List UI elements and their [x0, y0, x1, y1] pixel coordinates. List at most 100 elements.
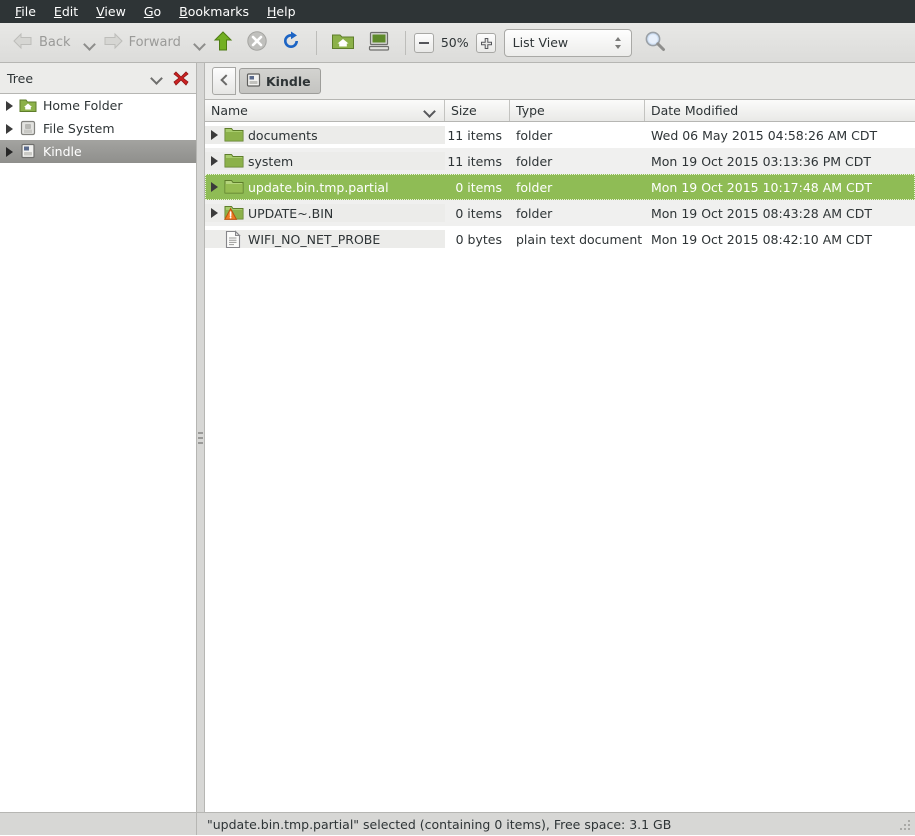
path-back-button[interactable]: [212, 67, 236, 95]
column-header-label: Name: [211, 103, 248, 118]
stop-icon: [246, 30, 268, 55]
home-folder-icon: [331, 31, 355, 54]
menu-bar: File Edit View Go Bookmarks Help: [0, 0, 915, 23]
toolbar-separator-2: [404, 30, 406, 55]
pane-splitter[interactable]: [197, 63, 205, 812]
column-header-name[interactable]: Name: [205, 100, 445, 121]
expander-triangle-icon[interactable]: [211, 182, 218, 192]
file-pane: Kindle Name Size Type Date Modified docu…: [205, 63, 915, 812]
file-name: UPDATE~.BIN: [248, 205, 334, 221]
expander-triangle-icon[interactable]: [211, 208, 218, 218]
search-icon: [644, 30, 666, 55]
column-header-label: Type: [516, 103, 545, 118]
resize-grip-icon[interactable]: [895, 815, 913, 833]
menu-file[interactable]: File: [6, 2, 45, 21]
column-header-type[interactable]: Type: [510, 100, 645, 121]
sidebar-item-file-system[interactable]: File System: [0, 117, 196, 140]
zoom-out-button[interactable]: [413, 32, 434, 53]
cell-date-modified: Mon 19 Oct 2015 03:13:36 PM CDT: [651, 153, 871, 169]
close-icon[interactable]: [173, 70, 189, 86]
breadcrumb-item-kindle[interactable]: Kindle: [239, 68, 321, 94]
cell-name[interactable]: UPDATE~.BIN: [205, 204, 445, 222]
sidebar: Tree Home Folder File System Kindle: [0, 63, 197, 812]
sidebar-header: Tree: [0, 63, 196, 93]
stop-button[interactable]: [240, 27, 274, 59]
folder-icon: [224, 126, 244, 144]
forward-label: Forward: [128, 35, 181, 50]
status-text: "update.bin.tmp.partial" selected (conta…: [207, 816, 672, 832]
table-row[interactable]: UPDATE~.BIN 0 items folder Mon 19 Oct 20…: [205, 200, 915, 226]
sidebar-title: Tree: [7, 70, 34, 86]
expander-triangle-icon[interactable]: [211, 130, 218, 140]
file-name: system: [248, 153, 294, 169]
text-file-icon: [224, 230, 242, 249]
back-label: Back: [39, 35, 71, 50]
zoom-in-icon: [480, 37, 492, 49]
forward-history-dropdown[interactable]: [194, 37, 206, 49]
column-header-label: Date Modified: [651, 103, 739, 118]
device-icon: [19, 143, 37, 161]
folder-icon: [224, 178, 244, 196]
reload-button[interactable]: [274, 27, 308, 59]
table-row[interactable]: WIFI_NO_NET_PROBE 0 bytes plain text doc…: [205, 226, 915, 252]
cell-type: folder: [516, 153, 553, 169]
cell-date-modified: Mon 19 Oct 2015 10:17:48 AM CDT: [651, 179, 872, 195]
zoom-in-button[interactable]: [475, 32, 496, 53]
file-list: documents 11 items folder Wed 06 May 201…: [205, 122, 915, 812]
sidebar-item-kindle[interactable]: Kindle: [0, 140, 196, 163]
splitter-grip-icon: [198, 431, 203, 444]
cell-size: 11 items: [447, 127, 502, 143]
cell-date-modified: Mon 19 Oct 2015 08:42:10 AM CDT: [651, 231, 872, 247]
cell-date-modified: Mon 19 Oct 2015 08:43:28 AM CDT: [651, 205, 872, 221]
sidebar-item-label: Home Folder: [43, 98, 123, 113]
expander-triangle-icon[interactable]: [6, 146, 13, 157]
column-header-date-modified[interactable]: Date Modified: [645, 100, 915, 121]
folder-warning-icon: [223, 204, 244, 222]
chevron-down-icon[interactable]: [150, 71, 164, 85]
column-headers: Name Size Type Date Modified: [205, 99, 915, 122]
up-button[interactable]: [206, 27, 240, 59]
folder-icon: [224, 152, 244, 170]
back-button[interactable]: Back: [6, 27, 80, 59]
status-bar: "update.bin.tmp.partial" selected (conta…: [0, 812, 915, 835]
menu-bookmarks[interactable]: Bookmarks: [170, 2, 258, 21]
expander-triangle-icon[interactable]: [6, 123, 13, 134]
column-header-label: Size: [451, 103, 477, 118]
cell-type: folder: [516, 205, 553, 221]
chevron-down-icon: [424, 105, 436, 117]
back-history-dropdown[interactable]: [84, 37, 96, 49]
menu-view[interactable]: View: [87, 2, 135, 21]
cell-name[interactable]: update.bin.tmp.partial: [205, 178, 445, 196]
cell-size: 11 items: [447, 153, 502, 169]
cell-type: plain text document: [516, 231, 643, 247]
cell-type: folder: [516, 127, 553, 143]
status-bar-left-spacer: [0, 813, 197, 835]
sidebar-item-label: Kindle: [43, 144, 82, 159]
forward-arrow-icon: [102, 31, 124, 54]
table-row[interactable]: system 11 items folder Mon 19 Oct 2015 0…: [205, 148, 915, 174]
file-name: WIFI_NO_NET_PROBE: [248, 231, 381, 247]
column-header-size[interactable]: Size: [445, 100, 510, 121]
home-button[interactable]: [325, 27, 361, 59]
view-mode-select[interactable]: List View: [503, 28, 632, 57]
forward-button[interactable]: Forward: [96, 27, 190, 59]
cell-name[interactable]: WIFI_NO_NET_PROBE: [205, 230, 445, 249]
menu-go[interactable]: Go: [135, 2, 170, 21]
cell-name[interactable]: system: [205, 152, 445, 170]
main-area: Tree Home Folder File System Kindle Kind…: [0, 63, 915, 812]
cell-size: 0 items: [455, 179, 502, 195]
expander-triangle-icon[interactable]: [6, 100, 13, 111]
computer-button[interactable]: [361, 27, 397, 59]
cell-name[interactable]: documents: [205, 126, 445, 144]
cell-size: 0 bytes: [455, 231, 502, 247]
search-button[interactable]: [638, 27, 672, 59]
folder-tree: Home Folder File System Kindle: [0, 93, 196, 812]
sidebar-item-home-folder[interactable]: Home Folder: [0, 94, 196, 117]
table-row[interactable]: update.bin.tmp.partial 0 items folder Mo…: [205, 174, 915, 200]
menu-help[interactable]: Help: [258, 2, 305, 21]
expander-triangle-icon[interactable]: [211, 156, 218, 166]
home-folder-icon: [19, 97, 37, 115]
table-row[interactable]: documents 11 items folder Wed 06 May 201…: [205, 122, 915, 148]
cell-size: 0 items: [455, 205, 502, 221]
menu-edit[interactable]: Edit: [45, 2, 87, 21]
